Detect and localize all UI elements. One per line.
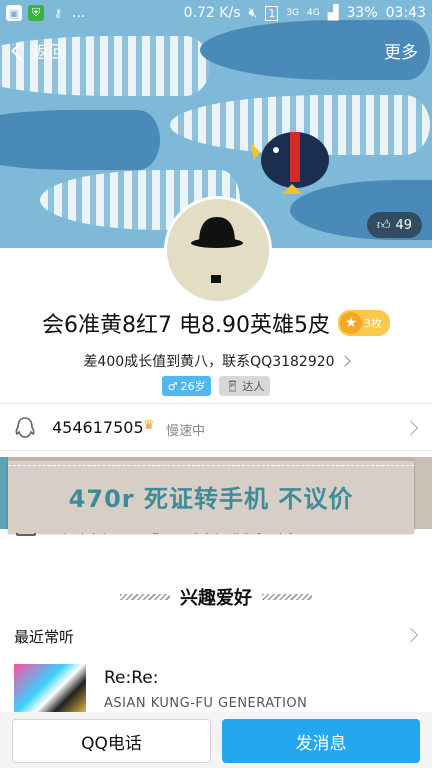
expert-tag[interactable]: 📱︎ 达人 bbox=[219, 376, 271, 396]
network-4g-label: 4G bbox=[307, 8, 320, 18]
title-decoration bbox=[120, 594, 170, 600]
clock: 03:43 bbox=[385, 5, 426, 21]
qq-status: 慢速中 bbox=[166, 424, 206, 439]
age-tag: ♂ 26岁 bbox=[161, 376, 212, 396]
recent-listened-row[interactable]: 最近常听 bbox=[0, 620, 432, 652]
medal-badge[interactable]: ★ 3枚 bbox=[337, 310, 390, 336]
gender-icon: ♂ bbox=[167, 379, 178, 393]
bottom-action-bar: QQ电话 发消息 bbox=[0, 712, 432, 768]
bowler-hat-avatar-image bbox=[167, 199, 269, 301]
avatar[interactable] bbox=[164, 196, 272, 304]
penguin-illustration bbox=[250, 132, 329, 194]
chevron-right-icon bbox=[338, 355, 351, 367]
title-decoration bbox=[262, 594, 312, 600]
medal-star-icon: ★ bbox=[339, 312, 362, 334]
interests-section-title: 兴趣爱好 bbox=[0, 584, 432, 610]
crown-icon: ♛ bbox=[143, 418, 155, 433]
qq-penguin-icon bbox=[15, 417, 35, 438]
chevron-right-icon bbox=[403, 420, 419, 436]
send-message-button[interactable]: 发消息 bbox=[222, 719, 420, 763]
ad-banner-edge bbox=[414, 457, 432, 529]
song-artist: ASIAN KUNG-FU GENERATION bbox=[104, 696, 308, 711]
ad-perforation bbox=[8, 465, 414, 472]
age-label: 26岁 bbox=[180, 380, 206, 393]
interests-title: 兴趣爱好 bbox=[180, 588, 252, 609]
medal-count: 3枚 bbox=[363, 317, 382, 330]
qq-number: 454617505 bbox=[52, 418, 144, 437]
qq-number-row[interactable]: 454617505 ♛ 慢速中 bbox=[0, 406, 432, 450]
divider bbox=[0, 450, 432, 451]
ad-banner[interactable]: 470r 死证转手机 不议价 bbox=[8, 457, 414, 533]
thumbs-up-icon: 👍︎ bbox=[376, 217, 391, 233]
recent-listened-label: 最近常听 bbox=[14, 628, 75, 646]
signature-text: 差400成长值到黄八，联系QQ3182920 bbox=[83, 354, 335, 370]
nav-bar: 返回 更多 bbox=[0, 30, 432, 74]
status-bar: ▣ ⛨ ⚷ ... 0.72 K/s 🔇︎ 1 3G 4G ▟ 33% 03:4… bbox=[0, 0, 432, 28]
key-icon: ⚷ bbox=[53, 6, 63, 20]
phone-icon: 📱︎ bbox=[225, 379, 240, 393]
nickname: 会6准黄8红7 电8.90英雄5皮 bbox=[42, 313, 330, 338]
ad-banner-edge bbox=[0, 457, 8, 529]
expert-label: 达人 bbox=[242, 380, 265, 393]
album-cover bbox=[14, 664, 86, 718]
ad-text: 470r 死证转手机 不议价 bbox=[68, 485, 354, 513]
like-button[interactable]: 👍︎ 49 bbox=[366, 212, 422, 238]
battery-percent: 33% bbox=[346, 5, 378, 21]
chevron-right-icon bbox=[403, 627, 419, 643]
chevron-left-icon bbox=[11, 40, 31, 61]
network-3g-label: 3G bbox=[286, 8, 300, 18]
song-title: Re:Re: bbox=[104, 668, 159, 688]
signal-icon: ▟ bbox=[327, 5, 339, 21]
signature-row[interactable]: 差400成长值到黄八，联系QQ3182920 bbox=[0, 350, 432, 372]
shield-icon: ⛨ bbox=[28, 5, 44, 21]
sim-icon: 1 bbox=[265, 5, 279, 21]
profile-name-row: 会6准黄8红7 电8.90英雄5皮 ★ 3枚 bbox=[0, 306, 432, 340]
notification-icon: ▣ bbox=[6, 5, 22, 21]
network-speed: 0.72 K/s bbox=[183, 5, 241, 21]
back-label: 返回 bbox=[32, 43, 66, 63]
more-button[interactable]: 更多 bbox=[384, 38, 418, 63]
qq-call-button[interactable]: QQ电话 bbox=[12, 719, 211, 763]
cover-fish-pattern bbox=[0, 110, 160, 170]
song-item[interactable]: Re:Re: ASIAN KUNG-FU GENERATION bbox=[0, 660, 432, 720]
profile-tags: ♂ 26岁 📱︎ 达人 bbox=[0, 376, 432, 396]
like-count: 49 bbox=[395, 217, 412, 233]
divider bbox=[0, 403, 432, 404]
more-notifications-indicator: ... bbox=[72, 5, 86, 21]
back-button[interactable]: 返回 bbox=[10, 38, 66, 63]
mute-icon: 🔇︎ bbox=[248, 5, 258, 21]
